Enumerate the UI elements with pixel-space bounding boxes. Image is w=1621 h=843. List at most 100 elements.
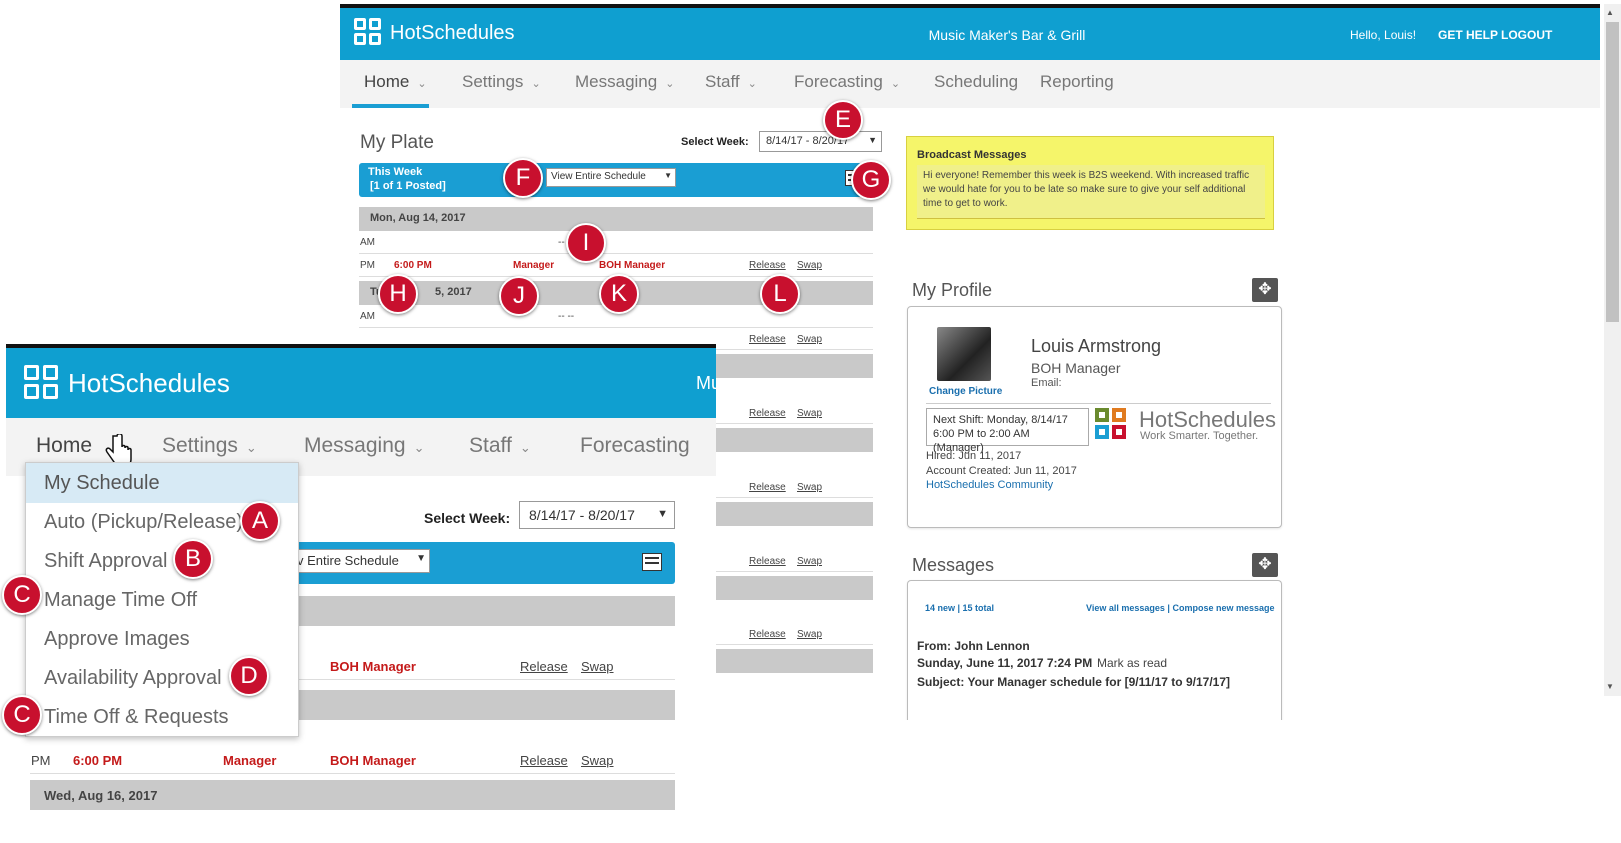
annotation-badge-d: D [229,656,269,696]
release-link[interactable]: Release [520,659,568,674]
nav-settings[interactable]: Settings ⌄ [462,60,541,108]
printer-icon[interactable] [642,553,662,571]
view-all-messages-link[interactable]: View all messages [1086,603,1165,613]
next-shift-date: Next Shift: Monday, 8/14/17 [933,414,1068,426]
nav-messaging[interactable]: Messaging ⌄ [304,418,424,476]
view-schedule-select[interactable]: View Entire Schedule ▼ [546,168,676,187]
release-link[interactable]: Release [520,753,568,768]
swap-link[interactable]: Swap [797,408,822,419]
schedule-rows-remainder: Release Swap Release Swap Release Swap Rele… [696,330,873,720]
dropdown-arrow-icon: ▼ [664,171,672,180]
menu-item-my-schedule[interactable]: My Schedule [26,463,298,503]
release-link[interactable]: Release [749,482,786,493]
hotschedules-logo-icon [354,18,384,48]
nav-staff[interactable]: Staff ⌄ [469,418,531,476]
menu-item-manage-time-off[interactable]: Manage Time Off [26,580,298,620]
message-from: From: John Lennon [917,639,1030,653]
shift-position: BOH Manager [330,659,416,674]
shift-row: Release Swap [696,478,873,498]
scrollbar-thumb[interactable] [1606,22,1619,322]
nav-reporting[interactable]: Reporting [1040,60,1114,108]
scroll-down-icon[interactable]: ▼ [1606,682,1614,691]
compose-message-link[interactable]: Compose new message [1172,603,1274,613]
annotation-badge-b: B [173,539,213,579]
scroll-up-icon[interactable]: ▲ [1606,8,1614,17]
nav-home[interactable]: Home ⌄ [352,60,429,108]
brand-name: HotSchedules [390,21,515,44]
dropdown-arrow-icon: ▼ [416,553,426,564]
swap-link[interactable]: Swap [797,556,822,567]
top-bar: HotSchedules Music Maker's Bar & Grill H… [340,4,1600,60]
message-counts[interactable]: 14 new | 15 total [925,603,994,613]
brand-logo[interactable]: HotSchedules [354,18,515,48]
menu-item-time-off-requests[interactable]: Time Off & Requests [26,697,298,737]
shift-time: 6:00 PM [394,260,432,271]
hotschedules-logo-icon [24,365,60,401]
annotation-badge-k: K [599,274,639,314]
get-help-link[interactable]: GET HELP [1438,28,1498,42]
annotation-badge-e: E [823,100,863,140]
scrollbar[interactable]: ▲ ▼ [1604,4,1621,696]
shift-position: BOH Manager [330,753,416,768]
promo-tagline: Work Smarter. Together. [1140,430,1259,442]
chevron-down-icon: ⌄ [531,78,541,90]
release-link[interactable]: Release [749,334,786,345]
select-week-label: Select Week: [681,136,749,148]
menu-item-shift-approval[interactable]: Shift Approval [26,541,298,581]
chevron-down-icon: ⌄ [519,440,531,455]
menu-item-approve-images[interactable]: Approve Images [26,619,298,659]
annotation-badge-i: I [566,223,606,263]
swap-link[interactable]: Swap [797,482,822,493]
move-icon[interactable]: ✥ [1252,553,1278,577]
messages-title: Messages [912,555,995,575]
day-header: Wed, Aug 16, 2017 [30,780,675,810]
restaurant-name-truncated: Mu [696,373,716,393]
broadcast-panel: Broadcast Messages Hi everyone! Remember… [906,136,1274,230]
day-header [696,502,873,526]
mark-as-read-link[interactable]: Mark as read [1097,656,1167,670]
shift-row: Release Swap [696,625,873,645]
move-icon[interactable]: ✥ [1252,278,1278,302]
profile-card: Change Picture Louis Armstrong BOH Manag… [907,306,1282,528]
annotation-badge-c: C [2,695,42,735]
change-picture-link[interactable]: Change Picture [929,386,1002,397]
restaurant-name: Music Maker's Bar & Grill [928,27,1086,43]
nav-staff[interactable]: Staff ⌄ [705,60,757,108]
week-select[interactable]: 8/14/17 - 8/20/17 ▼ [519,501,675,529]
swap-link[interactable]: Swap [581,659,614,674]
annotation-badge-h: H [378,274,418,314]
select-week-label: Select Week: [424,510,511,526]
nav-messaging[interactable]: Messaging ⌄ [575,60,674,108]
day-header [696,428,873,452]
shift-row: Release Swap [696,330,873,350]
messages-card: 14 new | 15 total View all messages | Co… [907,580,1282,720]
separator: | [1167,603,1170,613]
swap-link[interactable]: Swap [797,629,822,640]
week-select[interactable]: 8/14/17 - 8/20/17 ▼ [759,131,882,152]
zoom-top-bar: HotSchedules Mu [6,348,716,418]
profile-role: BOH Manager [1031,360,1121,376]
message-subject[interactable]: Subject: Your Manager schedule for [9/11… [917,675,1230,689]
release-link[interactable]: Release [749,260,786,271]
brand-logo[interactable]: HotSchedules [24,365,230,401]
logout-link[interactable]: LOGOUT [1501,28,1552,42]
message-links: View all messages | Compose new message [1086,603,1275,613]
dropdown-arrow-icon: ▼ [657,508,668,520]
release-link[interactable]: Release [749,629,786,640]
swap-link[interactable]: Swap [797,334,822,345]
view-schedule-select[interactable]: v Entire Schedule ▼ [292,549,430,573]
release-link[interactable]: Release [749,556,786,567]
swap-link[interactable]: Swap [797,260,822,271]
release-link[interactable]: Release [749,408,786,419]
shift-time: 6:00 PM [73,753,123,768]
account-created: Account Created: Jun 11, 2017 [926,465,1077,477]
swap-link[interactable]: Swap [581,753,614,768]
nav-forecasting[interactable]: Forecasting [580,418,690,476]
community-link[interactable]: HotSchedules Community [926,479,1053,491]
nav-scheduling[interactable]: Scheduling [934,60,1018,108]
broadcast-text: Hi everyone! Remember this week is B2S w… [917,165,1265,219]
avatar [937,327,991,381]
chevron-down-icon: ⌄ [890,78,901,90]
annotation-badge-a: A [240,501,280,541]
shift-role: Manager [513,260,555,271]
